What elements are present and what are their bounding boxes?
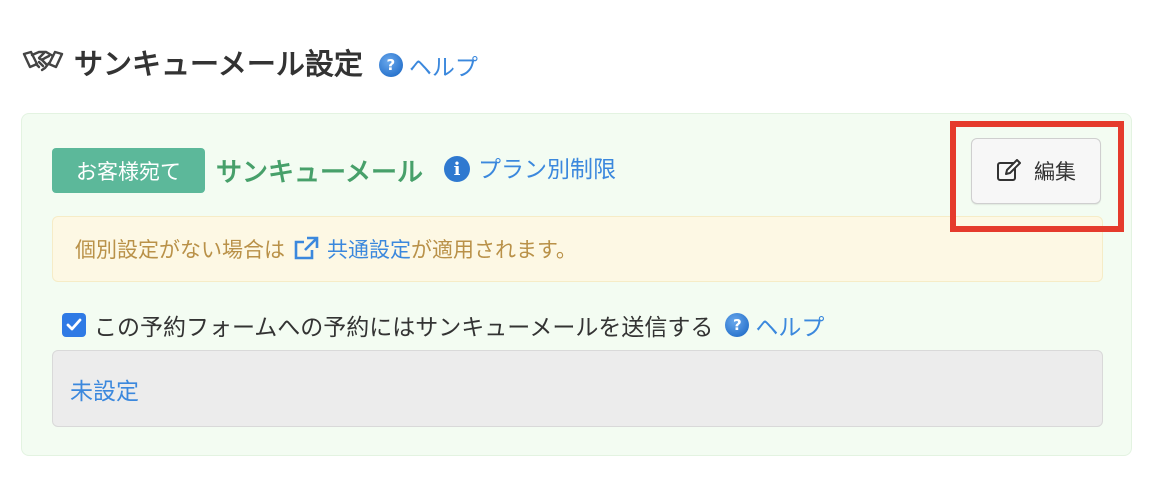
check-icon — [66, 318, 82, 331]
info-icon[interactable]: i — [444, 156, 470, 182]
send-mail-option: この予約フォームへの予約にはサンキューメールを送信する ? ヘルプ — [62, 307, 824, 343]
common-settings-label: 共通設定 — [327, 238, 411, 262]
external-link-icon — [294, 236, 319, 260]
header-help-link[interactable]: ? ヘルプ — [378, 48, 478, 82]
plan-limit-link[interactable]: プラン別制限 — [478, 152, 616, 188]
notice-suffix: が適用されます。 — [411, 238, 577, 262]
mail-content-status: 未設定 — [52, 350, 1103, 427]
checkbox-help-link[interactable]: ? ヘルプ — [725, 308, 824, 342]
help-icon: ? — [378, 53, 403, 77]
help-label: ヘルプ — [408, 55, 478, 81]
send-mail-checkbox[interactable] — [62, 313, 86, 337]
notice-prefix: 個別設定がない場合は — [75, 238, 285, 262]
help-label: ヘルプ — [755, 315, 825, 341]
highlight-frame — [950, 121, 1124, 232]
help-icon: ? — [725, 313, 750, 337]
handshake-icon — [22, 45, 64, 79]
common-settings-link[interactable]: 共通設定 — [293, 234, 411, 264]
mail-title: サンキューメール — [216, 157, 423, 188]
page-title: サンキューメール設定 — [74, 47, 363, 81]
send-mail-label: この予約フォームへの予約にはサンキューメールを送信する — [94, 315, 714, 341]
recipient-badge: お客様宛て — [52, 148, 205, 193]
notice-banner: 個別設定がない場合は 共通設定 が適用されます。 — [52, 216, 1103, 282]
status-value[interactable]: 未設定 — [70, 372, 139, 406]
page-header: サンキューメール設定 ? ヘルプ — [22, 38, 478, 86]
